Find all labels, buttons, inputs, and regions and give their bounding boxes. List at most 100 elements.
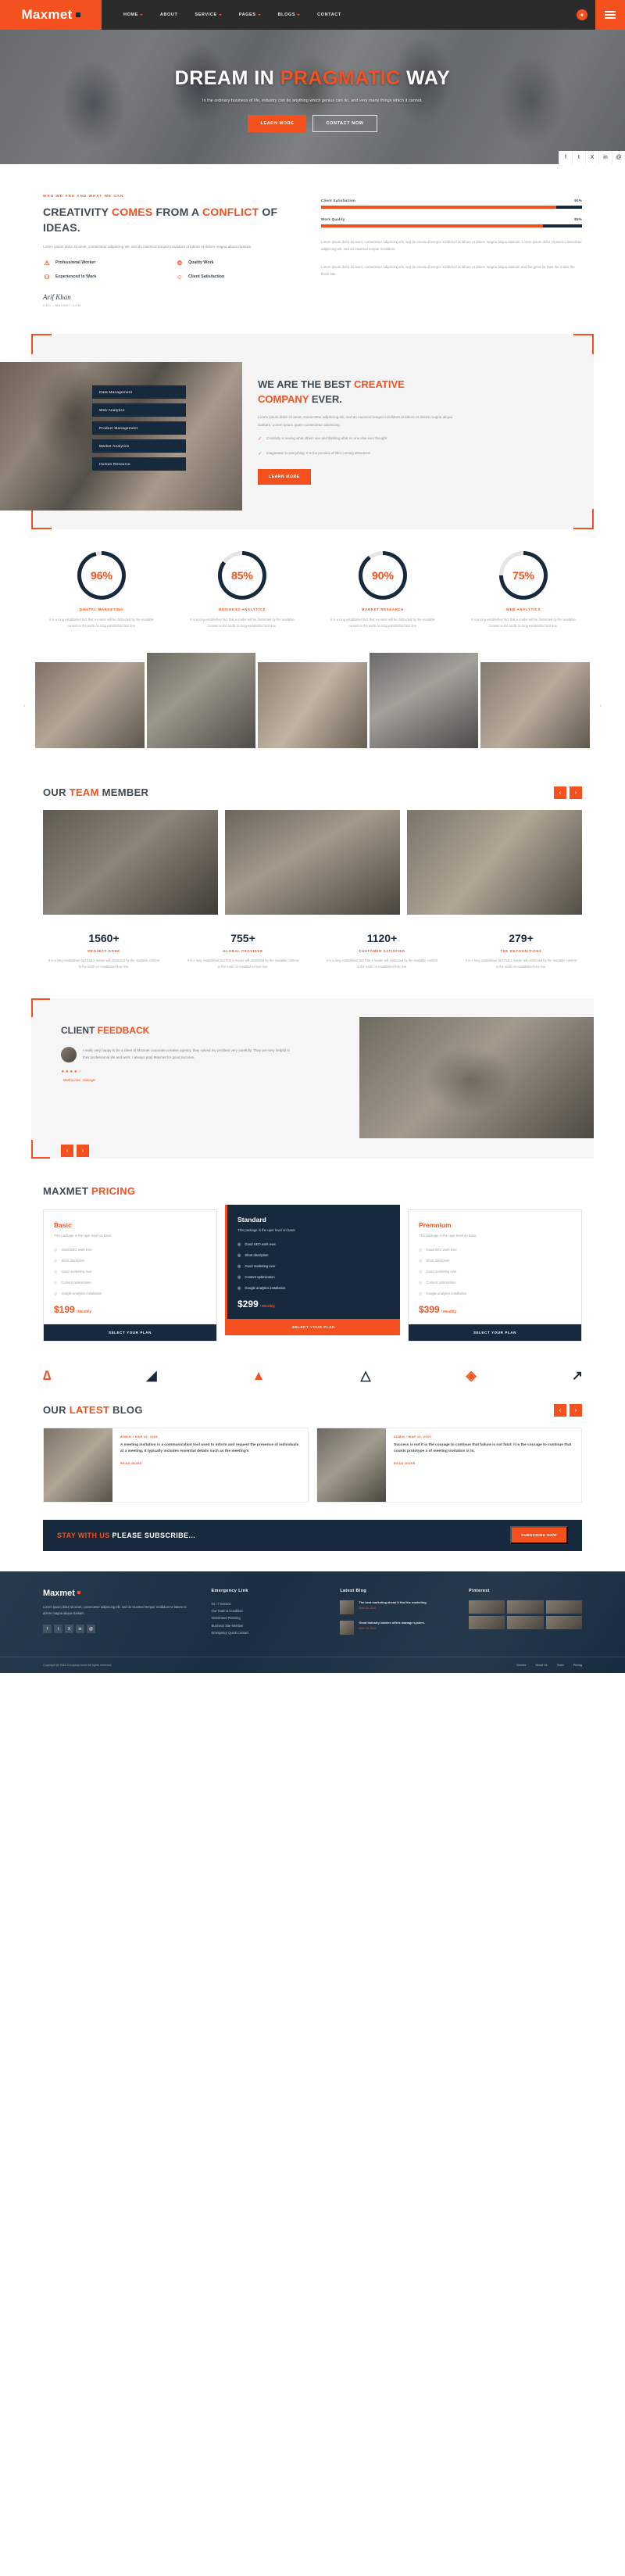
feedback-content: CLIENT FEEDBACK I really very happy to b… <box>61 1025 295 1083</box>
footer-gallery-image[interactable] <box>507 1600 544 1614</box>
nav-item-blogs[interactable]: BLOGS <box>278 13 301 17</box>
footer-bottom-link[interactable]: Service <box>516 1664 526 1667</box>
feedback-prev-button[interactable]: ‹ <box>61 1144 73 1157</box>
social-icon-t[interactable]: t <box>572 151 585 164</box>
slide[interactable] <box>369 652 479 748</box>
progress-bar-row: Client Satisfaction 90% <box>321 199 582 209</box>
team-card[interactable] <box>407 809 582 915</box>
social-icon-@[interactable]: @ <box>612 151 625 164</box>
creative-tag[interactable]: Product Management <box>92 421 186 435</box>
blog-card[interactable]: ADMIN / MAR 25, 2020 Success is not it i… <box>316 1427 582 1503</box>
nav-item-contact[interactable]: CONTACT <box>317 13 341 17</box>
nav-item-service[interactable]: SERVICE <box>195 13 222 17</box>
subscribe-button[interactable]: SUBSCRIBE NOW <box>509 1526 568 1545</box>
plan-period: / Monthly <box>76 1309 91 1313</box>
creative-tag[interactable]: Market Analytics <box>92 439 186 453</box>
plan-select-button[interactable]: SELECT YOUR PLAN <box>44 1324 216 1341</box>
footer-blog-item[interactable]: Great industry leaders offers manage sys… <box>340 1620 453 1635</box>
hero-banner: DREAM IN PRAGMATIC WAY In the ordinary b… <box>0 30 625 164</box>
footer-link[interactable]: 24 / 7 Service <box>212 1600 325 1607</box>
social-icon-in[interactable]: in <box>598 151 612 164</box>
social-icon-f[interactable]: f <box>43 1625 52 1634</box>
plan-feature: ◎ Good SEO work ever <box>238 1242 390 1247</box>
nav-item-pages[interactable]: PAGES <box>239 13 261 17</box>
nav-item-home[interactable]: HOME <box>123 13 143 17</box>
chevron-down-icon <box>218 14 222 16</box>
blog-card[interactable]: ADMIN / MAR 25, 2020 A meeting invitatio… <box>43 1427 309 1503</box>
hamburger-icon[interactable] <box>595 0 625 30</box>
footer-gallery-image[interactable] <box>507 1615 544 1629</box>
plan-price: $399/ Monthly <box>419 1303 456 1315</box>
footer-link[interactable]: Our Team & Condition <box>212 1607 325 1614</box>
footer-bottom-link[interactable]: About Us <box>536 1664 548 1667</box>
team-card[interactable] <box>43 809 218 915</box>
plan-feature-label: Content optimization <box>245 1275 275 1280</box>
social-icon-X[interactable]: X <box>65 1625 73 1634</box>
slide[interactable] <box>480 661 590 748</box>
creative-learn-more-button[interactable]: LEARN MORE <box>258 469 311 485</box>
blog-header: OUR LATEST BLOG ‹ › <box>43 1403 582 1417</box>
footer-bottom-links: Service About Us Team Pricing <box>516 1664 582 1667</box>
footer-links-col: Emergency Link 24 / 7 Service Our Team & … <box>212 1589 325 1641</box>
about-bars-text1: Lorem ipsum dolor sit amet, consectetur … <box>321 240 582 252</box>
logo[interactable]: Maxmet <box>0 0 102 30</box>
check-circle-icon: ◎ <box>238 1241 241 1247</box>
footer-bottom-link[interactable]: Pricing <box>573 1664 582 1667</box>
nav-item-about[interactable]: ABOUT <box>160 13 178 17</box>
slider-next-icon[interactable]: › <box>599 701 602 709</box>
copyright: Copyright @ 2020 Company name All rights… <box>43 1663 112 1667</box>
slider-prev-icon[interactable]: ‹ <box>23 701 26 709</box>
footer-bottom-link[interactable]: Team <box>557 1664 564 1667</box>
cone-icon: ⚠ <box>44 259 50 267</box>
plan-select-button[interactable]: SELECT YOUR PLAN <box>409 1324 581 1341</box>
counter-number: 1560+ <box>88 931 120 944</box>
social-icon-f[interactable]: f <box>559 151 572 164</box>
footer-gallery-image[interactable] <box>545 1615 582 1629</box>
footer-gallery-image[interactable] <box>469 1600 505 1614</box>
creative-tag[interactable]: Human Resource <box>92 457 186 471</box>
brand-logo-icon: ↗ <box>571 1367 583 1383</box>
progress-label: Client Satisfaction <box>321 199 356 202</box>
social-icon-@[interactable]: @ <box>87 1625 95 1634</box>
hero-title-part2: WAY <box>400 67 451 89</box>
search-icon[interactable]: ● <box>577 9 588 20</box>
slide[interactable] <box>35 661 145 748</box>
blog-meta: ADMIN / MAR 25, 2020 <box>394 1435 431 1438</box>
footer-link[interactable]: Emergency Quick Contact <box>212 1629 325 1636</box>
feedback-section: CLIENT FEEDBACK I really very happy to b… <box>0 992 625 1176</box>
footer-logo[interactable]: Maxmet <box>43 1589 196 1598</box>
check-circle-icon: ◎ <box>419 1247 423 1252</box>
team-prev-button[interactable]: ‹ <box>554 786 566 799</box>
logo-dot <box>77 1590 80 1594</box>
social-icon-t[interactable]: t <box>54 1625 62 1634</box>
slide[interactable] <box>146 652 256 748</box>
blog-prev-button[interactable]: ‹ <box>554 1403 566 1417</box>
social-icon-in[interactable]: in <box>76 1625 84 1634</box>
slide[interactable] <box>258 661 367 748</box>
footer-link[interactable]: Investment Planning <box>212 1614 325 1621</box>
creative-tag[interactable]: Web Analytics <box>92 403 186 417</box>
feedback-next-button[interactable]: › <box>77 1144 89 1157</box>
plan-feature-label: Content optimization <box>426 1281 456 1285</box>
check-circle-icon: ◎ <box>54 1258 58 1263</box>
skill-value: 75% <box>512 568 535 582</box>
learn-more-button[interactable]: LEARN MORE <box>248 115 307 133</box>
blog-read-more-link[interactable]: READ MORE <box>120 1462 300 1465</box>
team-grid <box>43 809 582 915</box>
about-right: Client Satisfaction 90% Work Quality 85% L… <box>321 194 582 307</box>
blog-read-more-link[interactable]: READ MORE <box>394 1462 573 1465</box>
footer-link[interactable]: Business Site Member <box>212 1622 325 1629</box>
creative-tag[interactable]: Data Management <box>92 385 186 399</box>
social-icon-X[interactable]: X <box>585 151 598 164</box>
brand-logo-icon: ▲ <box>252 1367 266 1383</box>
contact-now-button[interactable]: CONTACT NOW <box>312 115 377 133</box>
progress-label: Work Quality <box>321 217 345 221</box>
footer-blog-text: The best marketing ahead it that the mar… <box>359 1600 427 1604</box>
footer-gallery-image[interactable] <box>469 1615 505 1629</box>
team-next-button[interactable]: › <box>570 786 582 799</box>
footer-gallery-image[interactable] <box>545 1600 582 1614</box>
blog-next-button[interactable]: › <box>570 1403 582 1417</box>
footer-blog-item[interactable]: The best marketing ahead it that the mar… <box>340 1600 453 1614</box>
plan-select-button[interactable]: SELECT YOUR PLAN <box>227 1318 400 1335</box>
team-card[interactable] <box>225 809 400 915</box>
